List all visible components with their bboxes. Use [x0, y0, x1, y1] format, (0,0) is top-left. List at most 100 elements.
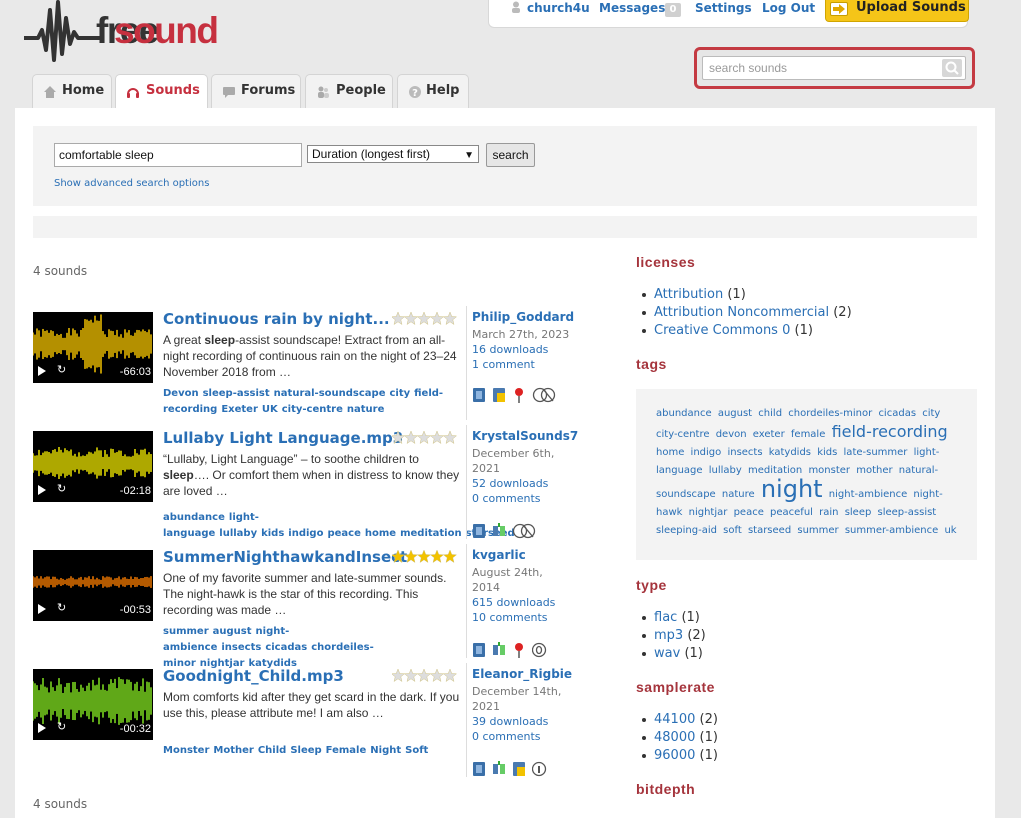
downloads-link[interactable]: 39 downloads — [472, 714, 586, 729]
tag-link[interactable]: Child — [258, 745, 286, 756]
tag-link[interactable]: meditation — [400, 528, 462, 539]
tag-cloud-link[interactable]: sleep-assist — [878, 507, 937, 518]
facet-link[interactable]: 48000 — [654, 730, 695, 745]
play-icon[interactable] — [38, 723, 46, 733]
tag-link[interactable]: Night — [370, 745, 401, 756]
upload-sounds-button[interactable]: Upload Sounds — [825, 0, 969, 22]
tag-cloud-link[interactable]: starseed — [748, 525, 791, 536]
tag-link[interactable]: kids — [261, 528, 284, 539]
tag-cloud-link[interactable]: uk — [944, 525, 956, 536]
freesound-logo[interactable]: free sound — [24, 0, 269, 62]
facet-link[interactable]: 96000 — [654, 748, 695, 763]
comments-link[interactable]: 0 comments — [472, 491, 586, 506]
tag-cloud-link[interactable]: nature — [722, 489, 755, 500]
tag-cloud-link[interactable]: cicadas — [878, 408, 916, 419]
tag-cloud-link[interactable]: august — [718, 408, 752, 419]
sound-title-link[interactable]: Continuous rain by night... — [163, 310, 390, 328]
tag-link[interactable]: Sleep — [290, 745, 321, 756]
author-link[interactable]: Eleanor_Rigbie — [472, 666, 586, 682]
tab-forums[interactable]: Forums — [211, 74, 301, 109]
tag-link[interactable]: natural-soundscape — [274, 388, 386, 399]
comments-link[interactable]: 10 comments — [472, 610, 586, 625]
tag-link[interactable]: peace — [327, 528, 360, 539]
sound-title-link[interactable]: SummerNighthawkandInsect — [163, 548, 407, 566]
tag-cloud-link[interactable]: child — [758, 408, 782, 419]
rating-stars-icon[interactable] — [392, 431, 458, 445]
loop-icon[interactable]: ↻ — [57, 601, 66, 614]
tag-link[interactable]: sleep-assist — [203, 388, 270, 399]
tag-cloud-link[interactable]: sleep — [845, 507, 872, 518]
author-link[interactable]: kvgarlic — [472, 547, 586, 563]
facet-link[interactable]: Attribution — [654, 287, 723, 302]
tag-link[interactable]: home — [365, 528, 396, 539]
tag-link[interactable]: abundance — [163, 512, 225, 523]
tag-cloud-link[interactable]: abundance — [656, 408, 712, 419]
downloads-link[interactable]: 52 downloads — [472, 476, 586, 491]
comments-link[interactable]: 0 comments — [472, 729, 586, 744]
tag-link[interactable]: city — [389, 388, 410, 399]
tag-link[interactable]: Monster — [163, 745, 209, 756]
query-input[interactable] — [54, 143, 302, 167]
tag-link[interactable]: nature — [347, 404, 384, 415]
tag-link[interactable]: Exeter — [221, 404, 258, 415]
search-icon[interactable] — [942, 59, 962, 77]
tag-cloud-link[interactable]: lullaby — [709, 465, 742, 476]
tag-cloud-link[interactable]: field-recording — [832, 422, 948, 441]
facet-link[interactable]: 44100 — [654, 712, 695, 727]
waveform-player[interactable]: ↻ -66:03 — [33, 312, 153, 383]
sound-title-link[interactable]: Goodnight_Child.mp3 — [163, 667, 344, 685]
tag-cloud-link[interactable]: sleeping-aid — [656, 525, 717, 536]
play-icon[interactable] — [38, 485, 46, 495]
rating-stars-icon[interactable] — [392, 312, 458, 326]
tag-link[interactable]: Female — [326, 745, 367, 756]
tag-link[interactable]: city-centre — [282, 404, 343, 415]
logout-link[interactable]: Log Out — [762, 1, 815, 15]
waveform-player[interactable]: ↻ -00:32 — [33, 669, 153, 740]
tag-cloud-link[interactable]: insects — [727, 447, 762, 458]
search-button[interactable]: search — [486, 143, 535, 167]
facet-link[interactable]: mp3 — [654, 628, 683, 643]
search-sounds-input[interactable] — [702, 56, 966, 80]
play-icon[interactable] — [38, 604, 46, 614]
loop-icon[interactable]: ↻ — [57, 720, 66, 733]
loop-icon[interactable]: ↻ — [57, 482, 66, 495]
username-link[interactable]: church4u — [527, 1, 590, 15]
waveform-player[interactable]: ↻ -02:18 — [33, 431, 153, 502]
tag-link[interactable]: lullaby — [219, 528, 257, 539]
tag-cloud-link[interactable]: late-summer — [844, 447, 908, 458]
tag-cloud-link[interactable]: soft — [723, 525, 742, 536]
facet-link[interactable]: Attribution Noncommercial — [654, 305, 829, 320]
comments-link[interactable]: 1 comment — [472, 357, 586, 372]
tag-cloud-link[interactable]: chordeiles-minor — [788, 408, 872, 419]
messages-link[interactable]: Messages — [599, 1, 665, 15]
tab-people[interactable]: People — [305, 74, 393, 109]
downloads-link[interactable]: 16 downloads — [472, 342, 586, 357]
waveform-player[interactable]: ↻ -00:53 — [33, 550, 153, 621]
facet-link[interactable]: wav — [654, 646, 680, 661]
tag-cloud-link[interactable]: night — [761, 475, 823, 503]
tab-help[interactable]: ? Help — [397, 74, 469, 109]
advanced-search-link[interactable]: Show advanced search options — [54, 178, 209, 189]
loop-icon[interactable]: ↻ — [57, 363, 66, 376]
tag-link[interactable]: cicadas — [265, 642, 307, 653]
tab-home[interactable]: Home — [32, 74, 112, 109]
play-icon[interactable] — [38, 366, 46, 376]
settings-link[interactable]: Settings — [695, 1, 752, 15]
tag-link[interactable]: Soft — [405, 745, 428, 756]
tag-cloud-link[interactable]: exeter — [753, 429, 785, 440]
rating-stars-icon[interactable] — [392, 550, 458, 564]
tag-cloud-link[interactable]: peaceful — [770, 507, 813, 518]
rating-stars-icon[interactable] — [392, 669, 458, 683]
sound-title-link[interactable]: Lullaby Light Language.mp3 — [163, 429, 403, 447]
tag-cloud-link[interactable]: nightjar — [689, 507, 728, 518]
tag-link[interactable]: august — [213, 626, 252, 637]
facet-link[interactable]: Creative Commons 0 — [654, 323, 790, 338]
tag-link[interactable]: Devon — [163, 388, 199, 399]
tag-cloud-link[interactable]: indigo — [691, 447, 722, 458]
tag-cloud-link[interactable]: city-centre — [656, 429, 710, 440]
tag-cloud-link[interactable]: summer-ambience — [845, 525, 938, 536]
tag-cloud-link[interactable]: devon — [716, 429, 747, 440]
author-link[interactable]: KrystalSounds7 — [472, 428, 586, 444]
tag-link[interactable]: UK — [262, 404, 278, 415]
tag-cloud-link[interactable]: katydids — [769, 447, 811, 458]
